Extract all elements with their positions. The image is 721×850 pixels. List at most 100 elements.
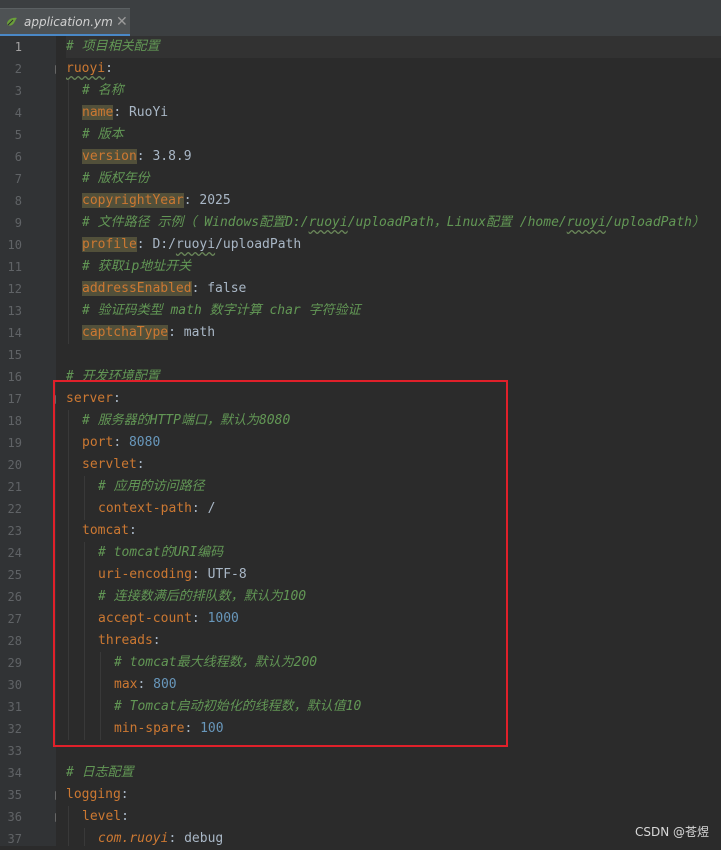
- value-token: 800: [153, 677, 177, 692]
- line-number: 6: [14, 150, 22, 164]
- close-icon[interactable]: ✕: [116, 14, 128, 30]
- value-token: :: [113, 105, 129, 120]
- indent-guide: [68, 454, 69, 476]
- value-token: 1000: [207, 611, 239, 626]
- code-line[interactable]: server:: [66, 388, 721, 410]
- code-line[interactable]: copyrightYear: 2025: [66, 190, 721, 212]
- value-token: :: [137, 677, 154, 692]
- key-token: ruoyi: [66, 61, 106, 76]
- value-token: :: [184, 721, 201, 736]
- value-token: debug: [184, 831, 224, 846]
- comment-token: # 开发环境配置: [66, 369, 160, 384]
- line-number: 1: [14, 40, 22, 54]
- line-number: 10: [7, 238, 22, 252]
- line-number: 31: [7, 700, 22, 714]
- code-line[interactable]: # 开发环境配置: [66, 366, 721, 388]
- indent-guide: [100, 674, 101, 696]
- code-line[interactable]: # Tomcat启动初始化的线程数，默认值10: [66, 696, 721, 718]
- comment-token: # 获取ip地址开关: [82, 259, 192, 274]
- code-line[interactable]: # 版权年份: [66, 168, 721, 190]
- code-line[interactable]: profile: D:/ruoyi/uploadPath: [66, 234, 721, 256]
- value-token: :: [136, 237, 153, 252]
- indent-guide: [68, 80, 69, 102]
- line-number: 13: [7, 304, 22, 318]
- indent-guide: [68, 828, 69, 846]
- code-line[interactable]: level:: [66, 806, 721, 828]
- code-line[interactable]: tomcat:: [66, 520, 721, 542]
- indent-guide: [68, 520, 69, 542]
- indent-guide: [68, 190, 69, 212]
- value-token: :: [152, 633, 161, 648]
- code-line[interactable]: # 日志配置: [66, 762, 721, 784]
- key-token: com.: [98, 831, 130, 846]
- indent-guide: [68, 476, 69, 498]
- indent-guide: [84, 696, 85, 718]
- indent-guide: [68, 586, 69, 608]
- code-line[interactable]: max: 800: [66, 674, 721, 696]
- value-token: /uploadPath: [215, 237, 302, 252]
- line-number: 37: [7, 832, 22, 846]
- indent-guide: [68, 432, 69, 454]
- key-token: uri-encoding: [98, 567, 192, 582]
- value-token: :: [113, 435, 129, 450]
- line-number: 20: [7, 458, 22, 472]
- indent-guide: [68, 696, 69, 718]
- code-line[interactable]: # 项目相关配置: [66, 36, 721, 58]
- code-line[interactable]: # tomcat的URI编码: [66, 542, 721, 564]
- line-number: 28: [7, 634, 22, 648]
- csdn-watermark: CSDN @苍煜: [634, 825, 709, 839]
- line-number: 4: [14, 106, 22, 120]
- comment-token: ruoyi: [566, 215, 606, 230]
- editor-tab-bar: application.yml ✕: [0, 0, 721, 37]
- code-line[interactable]: captchaType: math: [66, 322, 721, 344]
- code-line[interactable]: version: 3.8.9: [66, 146, 721, 168]
- indent-guide: [84, 630, 85, 652]
- comment-token: # 验证码类型 math 数字计算 char 字符验证: [82, 303, 361, 318]
- code-line[interactable]: com.ruoyi: debug: [66, 828, 721, 846]
- code-editor[interactable]: # 项目相关配置 ruoyi: # 名称 name: RuoYi # 版本 version…: [56, 36, 721, 846]
- code-line[interactable]: # 获取ip地址开关: [66, 256, 721, 278]
- value-token: :: [191, 611, 208, 626]
- line-number: 15: [7, 348, 22, 362]
- code-line[interactable]: accept-count: 1000: [66, 608, 721, 630]
- code-line[interactable]: # 验证码类型 math 数字计算 char 字符验证: [66, 300, 721, 322]
- indent-guide: [68, 806, 69, 828]
- indent-guide: [68, 322, 69, 344]
- value-token: RuoYi: [128, 105, 169, 120]
- code-line[interactable]: [66, 344, 721, 366]
- tab-filename: application.yml: [24, 14, 112, 29]
- code-line[interactable]: port: 8080: [66, 432, 721, 454]
- indent-guide: [68, 608, 69, 630]
- value-token: :: [168, 831, 185, 846]
- line-number: 14: [7, 326, 22, 340]
- code-line[interactable]: ruoyi:: [66, 58, 721, 80]
- tab-application-yml[interactable]: application.yml ✕: [0, 8, 130, 36]
- code-line[interactable]: # 连接数满后的排队数，默认为100: [66, 586, 721, 608]
- code-line[interactable]: logging:: [66, 784, 721, 806]
- indent-guide: [68, 256, 69, 278]
- line-number: 34: [7, 766, 22, 780]
- code-line[interactable]: # 名称: [66, 80, 721, 102]
- comment-token: /uploadPath）: [605, 215, 705, 230]
- code-line[interactable]: [66, 740, 721, 762]
- code-line[interactable]: # 版本: [66, 124, 721, 146]
- code-line[interactable]: # 文件路径 示例（ Windows配置D:/ruoyi/uploadPath，…: [66, 212, 721, 234]
- comment-token: # 名称: [82, 83, 124, 98]
- indent-guide: [84, 542, 85, 564]
- code-line[interactable]: threads:: [66, 630, 721, 652]
- code-line[interactable]: min-spare: 100: [66, 718, 721, 740]
- code-line[interactable]: # tomcat最大线程数，默认为200: [66, 652, 721, 674]
- code-line[interactable]: # 服务器的HTTP端口，默认为8080: [66, 410, 721, 432]
- value-token: :: [121, 809, 129, 824]
- line-number: 5: [14, 128, 22, 142]
- code-line[interactable]: uri-encoding: UTF-8: [66, 564, 721, 586]
- value-token: D:/: [152, 237, 176, 252]
- key-token: logging: [66, 787, 121, 802]
- code-line[interactable]: # 应用的访问路径: [66, 476, 721, 498]
- code-line[interactable]: context-path: /: [66, 498, 721, 520]
- value-token: 3.8.9: [152, 149, 192, 164]
- code-line[interactable]: servlet:: [66, 454, 721, 476]
- code-line[interactable]: addressEnabled: false: [66, 278, 721, 300]
- comment-token: # 项目相关配置: [66, 39, 160, 54]
- code-line[interactable]: name: RuoYi: [66, 102, 721, 124]
